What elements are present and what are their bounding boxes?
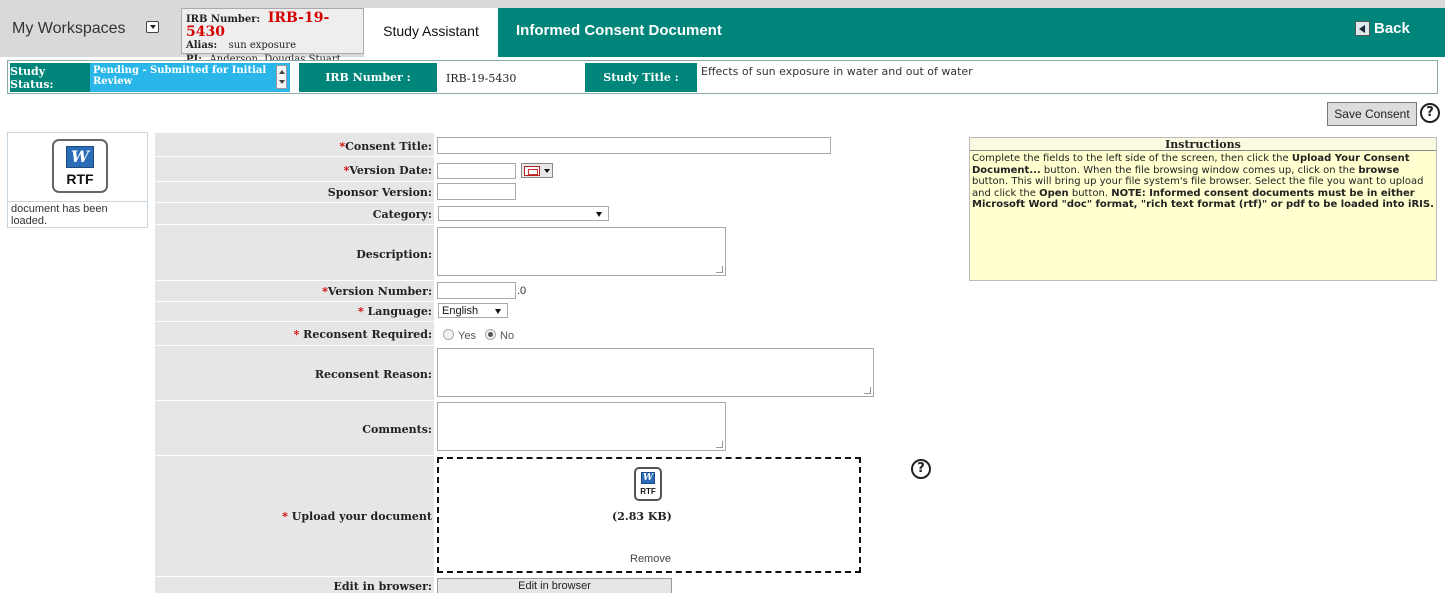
instructions-text: Complete the fields to the left side of … [972,153,1434,210]
comments-textarea[interactable] [437,402,726,451]
version-number-input[interactable] [437,282,516,299]
study-title-label: Study Title : [585,63,697,92]
version-number-suffix: .0 [517,285,527,297]
study-status-label: Study Status: [10,63,90,92]
my-workspaces-link[interactable]: My Workspaces [12,20,126,38]
edit-in-browser-button[interactable]: Edit in browser [437,578,672,593]
reconsent-yes-radio[interactable] [443,329,454,340]
word-icon-letter: W [66,146,94,168]
help-icon[interactable]: ? [1420,103,1440,123]
row-divider [155,156,434,157]
language-select[interactable]: English [438,303,508,318]
row-divider [155,181,434,182]
workspaces-dropdown-icon[interactable] [146,21,159,33]
back-arrow-icon [1355,21,1370,36]
rtf-document-icon[interactable]: W RTF [52,139,108,193]
version-date-input[interactable] [437,163,516,179]
language-label: * Language: [357,305,432,318]
study-status-select[interactable]: Pending - Submitted for Initial Review [90,63,290,92]
alias-value: sun exposure [228,40,297,51]
back-button[interactable]: Back [1355,20,1410,37]
consent-title-input[interactable] [437,137,831,154]
consent-title-label: *Consent Title: [339,140,432,153]
panel-divider [8,201,147,202]
category-label: Category: [372,208,432,221]
help-icon[interactable]: ? [911,459,931,479]
row-divider [155,301,434,302]
study-info-box: IRB Number: IRB-19-5430 Alias: sun expos… [181,8,364,79]
reconsent-yes-label: Yes [458,330,476,342]
row-divider [155,280,434,281]
study-title-field: Effects of sun exposure in water and out… [701,65,973,78]
description-textarea[interactable] [437,227,726,276]
category-select[interactable] [438,206,609,221]
back-label: Back [1374,20,1410,37]
upload-document-label: * Upload your document [282,510,432,523]
row-divider [155,224,434,225]
reconsent-no-label: No [500,330,515,342]
version-number-label: *Version Number: [322,285,432,298]
chevron-down-icon [495,309,501,314]
irb-number-field: IRB-19-5430 [446,72,517,85]
file-size: (2.83 KB) [612,510,672,523]
comments-label: Comments: [362,423,432,436]
document-loaded-message: document has been loaded. [11,203,108,227]
instructions-heading: Instructions [970,138,1436,151]
edit-in-browser-label: Edit in browser: [333,580,432,593]
remove-file-link[interactable]: Remove [630,553,671,565]
row-divider [155,455,434,456]
row-divider [155,321,434,322]
calendar-picker-icon[interactable] [521,163,553,178]
rtf-icon-text: RTF [640,487,656,496]
reconsent-required-label: * Reconsent Required: [293,328,432,341]
page-title: Informed Consent Document [516,22,722,39]
reconsent-reason-label: Reconsent Reason: [314,368,432,381]
version-date-label: *Version Date: [343,164,432,177]
tab-study-assistant[interactable]: Study Assistant [364,8,498,57]
row-divider [155,576,434,577]
sponsor-version-label: Sponsor Version: [327,186,432,199]
save-consent-button[interactable]: Save Consent [1327,102,1417,126]
alias-key: Alias: [186,40,218,51]
description-label: Description: [356,248,432,261]
chevron-down-icon [596,212,602,217]
row-divider [155,400,434,401]
loaded-document-panel: W RTF document has been loaded. [7,132,148,228]
row-divider [155,202,434,203]
sponsor-version-input[interactable] [437,183,516,200]
rtf-document-icon[interactable]: W RTF [634,467,662,501]
instructions-panel: Instructions Complete the fields to the … [969,137,1437,281]
irb-number-label: IRB Number : [299,63,437,92]
status-scroll-icon[interactable] [276,65,287,89]
row-divider [155,345,434,346]
word-icon-letter: W [641,472,655,484]
reconsent-reason-textarea[interactable] [437,348,874,397]
reconsent-no-radio[interactable] [485,329,496,340]
rtf-icon-text: RTF [66,171,94,187]
